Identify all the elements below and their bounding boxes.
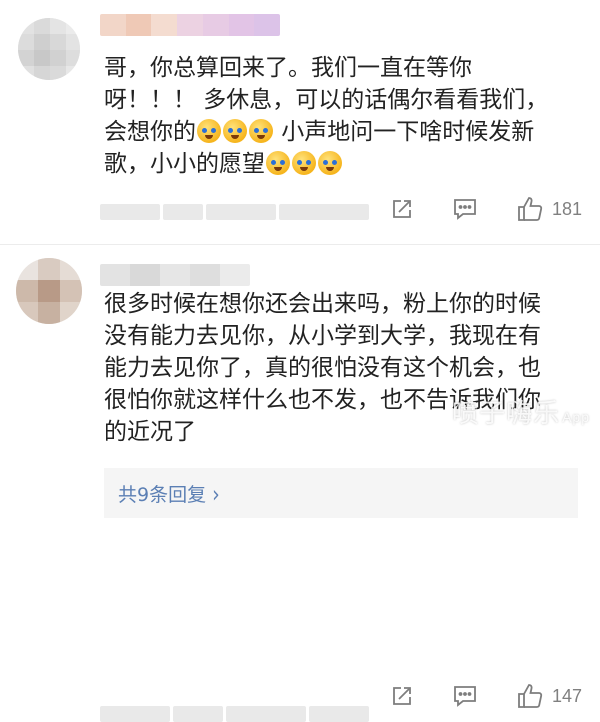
crying-face-emoji <box>292 151 316 175</box>
like-button[interactable]: 181 <box>516 195 582 223</box>
comment-item: 哥，你总算回来了。我们一直在等你 呀！！！ 多休息，可以的话偶尔看看我们， 会想… <box>0 0 600 245</box>
comment-button[interactable] <box>452 197 478 221</box>
timestamp-blurred <box>100 204 369 220</box>
share-button[interactable] <box>390 684 414 708</box>
view-replies-link[interactable]: 共9条回复 › <box>118 480 220 507</box>
divider <box>0 244 600 245</box>
comment-actions: 181 <box>352 195 582 223</box>
crying-face-emoji <box>197 119 221 143</box>
crying-face-emoji <box>318 151 342 175</box>
avatar[interactable] <box>18 18 80 80</box>
comment-text: 哥，你总算回来了。我们一直在等你 呀！！！ 多休息，可以的话偶尔看看我们， 会想… <box>104 55 549 177</box>
like-count: 181 <box>551 198 582 219</box>
share-icon <box>393 687 411 705</box>
timestamp-blurred <box>100 706 369 722</box>
watermark: 喷子嗨乐 App <box>452 399 590 429</box>
like-icon <box>518 684 543 708</box>
comment-button[interactable] <box>452 684 478 708</box>
username-blurred[interactable] <box>100 14 280 36</box>
username-blurred[interactable] <box>100 264 250 286</box>
avatar[interactable] <box>16 258 82 324</box>
comment-actions: 147 <box>352 682 582 710</box>
share-button[interactable] <box>390 197 414 221</box>
comment-icon <box>454 199 476 220</box>
share-icon <box>393 200 411 218</box>
comment-icon <box>454 686 476 707</box>
like-count: 147 <box>551 685 582 706</box>
crying-face-emoji <box>223 119 247 143</box>
chevron-right-icon: › <box>212 481 220 508</box>
like-icon <box>518 197 543 221</box>
replies-box: 共9条回复 › <box>104 468 578 518</box>
crying-face-emoji <box>249 119 273 143</box>
crying-face-emoji <box>266 151 290 175</box>
like-button[interactable]: 147 <box>516 682 582 710</box>
